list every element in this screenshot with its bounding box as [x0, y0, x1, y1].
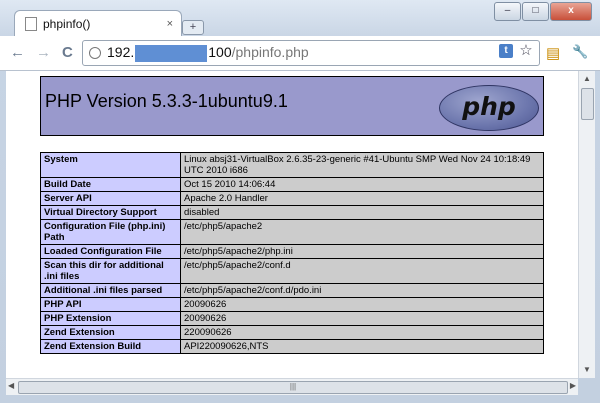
- table-row: PHP API 20090626: [40, 297, 544, 312]
- row-key: Zend Extension Build: [40, 339, 181, 354]
- table-row: Loaded Configuration File/etc/php5/apach…: [40, 244, 544, 259]
- address-bar[interactable]: 192. 100/phpinfo.php t ☆: [82, 40, 540, 66]
- horizontal-scroll-thumb[interactable]: |||: [18, 381, 568, 394]
- row-value: disabled: [180, 205, 544, 220]
- php-header: PHP Version 5.3.3-1ubuntu9.1 php: [40, 76, 544, 136]
- browser-window: phpinfo() × + – □ x ← → C 192. 100/phpinf…: [0, 0, 600, 403]
- row-key: Build Date: [40, 177, 181, 192]
- url-text: 192. 100/phpinfo.php: [107, 44, 309, 62]
- row-key: PHP API: [40, 297, 181, 312]
- table-row: Zend Extension Build API220090626,NTS: [40, 339, 544, 354]
- info-table: System Linux absj31-VirtualBox 2.6.35-23-…: [40, 152, 544, 354]
- row-key: Zend Extension: [40, 325, 181, 340]
- window-controls: – □ x: [494, 2, 592, 21]
- reload-icon[interactable]: C: [62, 44, 73, 61]
- row-key: System: [40, 152, 181, 178]
- row-value: Apache 2.0 Handler: [180, 191, 544, 206]
- horizontal-scrollbar[interactable]: ◀ ||| ▶: [6, 378, 578, 395]
- url-suffix: 100: [208, 44, 232, 61]
- url-path: /phpinfo.php: [231, 44, 309, 61]
- page-menu-icon[interactable]: ▤: [546, 44, 560, 62]
- maximize-button[interactable]: □: [522, 2, 549, 21]
- table-row: Configuration File (php.ini) Path/etc/ph…: [40, 219, 544, 245]
- url-host: 192.: [107, 44, 135, 61]
- toolbar: ← → C 192. 100/phpinfo.php t ☆ ▤ 🔧: [0, 36, 600, 71]
- row-value: 20090626: [180, 297, 544, 312]
- php-logo-text: php: [462, 92, 516, 121]
- row-value: /etc/php5/apache2/php.ini: [180, 244, 544, 259]
- row-value: /etc/php5/apache2/conf.d/pdo.ini: [180, 283, 544, 298]
- table-row: System Linux absj31-VirtualBox 2.6.35-23-…: [40, 152, 544, 178]
- page-content: PHP Version 5.3.3-1ubuntu9.1 php System L…: [6, 71, 578, 378]
- row-value: 220090626: [180, 325, 544, 340]
- new-tab-button[interactable]: +: [182, 20, 204, 35]
- forward-icon[interactable]: →: [36, 44, 51, 61]
- table-row: Additional .ini files parsed/etc/php5/ap…: [40, 283, 544, 298]
- back-icon[interactable]: ←: [10, 44, 25, 61]
- row-key: Additional .ini files parsed: [40, 283, 181, 298]
- page-title: PHP Version 5.3.3-1ubuntu9.1: [45, 91, 288, 111]
- scroll-up-icon[interactable]: ▲: [579, 71, 595, 87]
- row-key: PHP Extension: [40, 311, 181, 326]
- minimize-button[interactable]: –: [494, 2, 521, 21]
- row-value: API220090626,NTS: [180, 339, 544, 354]
- close-tab-icon[interactable]: ×: [167, 18, 173, 30]
- table-row: Server API Apache 2.0 Handler: [40, 191, 544, 206]
- table-row: Build Date Oct 15 2010 14:06:44: [40, 177, 544, 192]
- table-row: PHP Extension 20090626: [40, 311, 544, 326]
- row-key: Server API: [40, 191, 181, 206]
- bookmark-star-icon[interactable]: ☆: [519, 43, 533, 58]
- tab-title: phpinfo(): [43, 17, 91, 31]
- tab-phpinfo[interactable]: phpinfo() ×: [14, 10, 182, 37]
- row-value: /etc/php5/apache2/conf.d: [180, 258, 544, 284]
- row-value: Linux absj31-VirtualBox 2.6.35-23-generi…: [180, 152, 544, 178]
- row-key: Scan this dir for additional .ini files: [40, 258, 181, 284]
- row-key: Loaded Configuration File: [40, 244, 181, 259]
- row-key: Configuration File (php.ini) Path: [40, 219, 181, 245]
- close-window-button[interactable]: x: [550, 2, 592, 21]
- page-icon: [25, 17, 37, 31]
- row-value: /etc/php5/apache2: [180, 219, 544, 245]
- globe-icon: [89, 47, 101, 59]
- table-row: Zend Extension 220090626: [40, 325, 544, 340]
- php-logo-icon: php: [439, 85, 539, 131]
- wrench-icon[interactable]: 🔧: [572, 44, 588, 60]
- scroll-left-icon[interactable]: ◀: [8, 381, 14, 390]
- scroll-down-icon[interactable]: ▼: [579, 362, 595, 378]
- redacted-block: [135, 44, 208, 62]
- table-row: Scan this dir for additional .ini files /…: [40, 258, 544, 284]
- row-value: Oct 15 2010 14:06:44: [180, 177, 544, 192]
- extension-icon[interactable]: t: [499, 44, 513, 58]
- row-key: Virtual Directory Support: [40, 205, 181, 220]
- vertical-scroll-thumb[interactable]: [581, 88, 594, 120]
- row-value: 20090626: [180, 311, 544, 326]
- vertical-scrollbar[interactable]: ▲ ▼: [578, 71, 595, 378]
- table-row: Virtual Directory Support disabled: [40, 205, 544, 220]
- scroll-right-icon[interactable]: ▶: [570, 381, 576, 390]
